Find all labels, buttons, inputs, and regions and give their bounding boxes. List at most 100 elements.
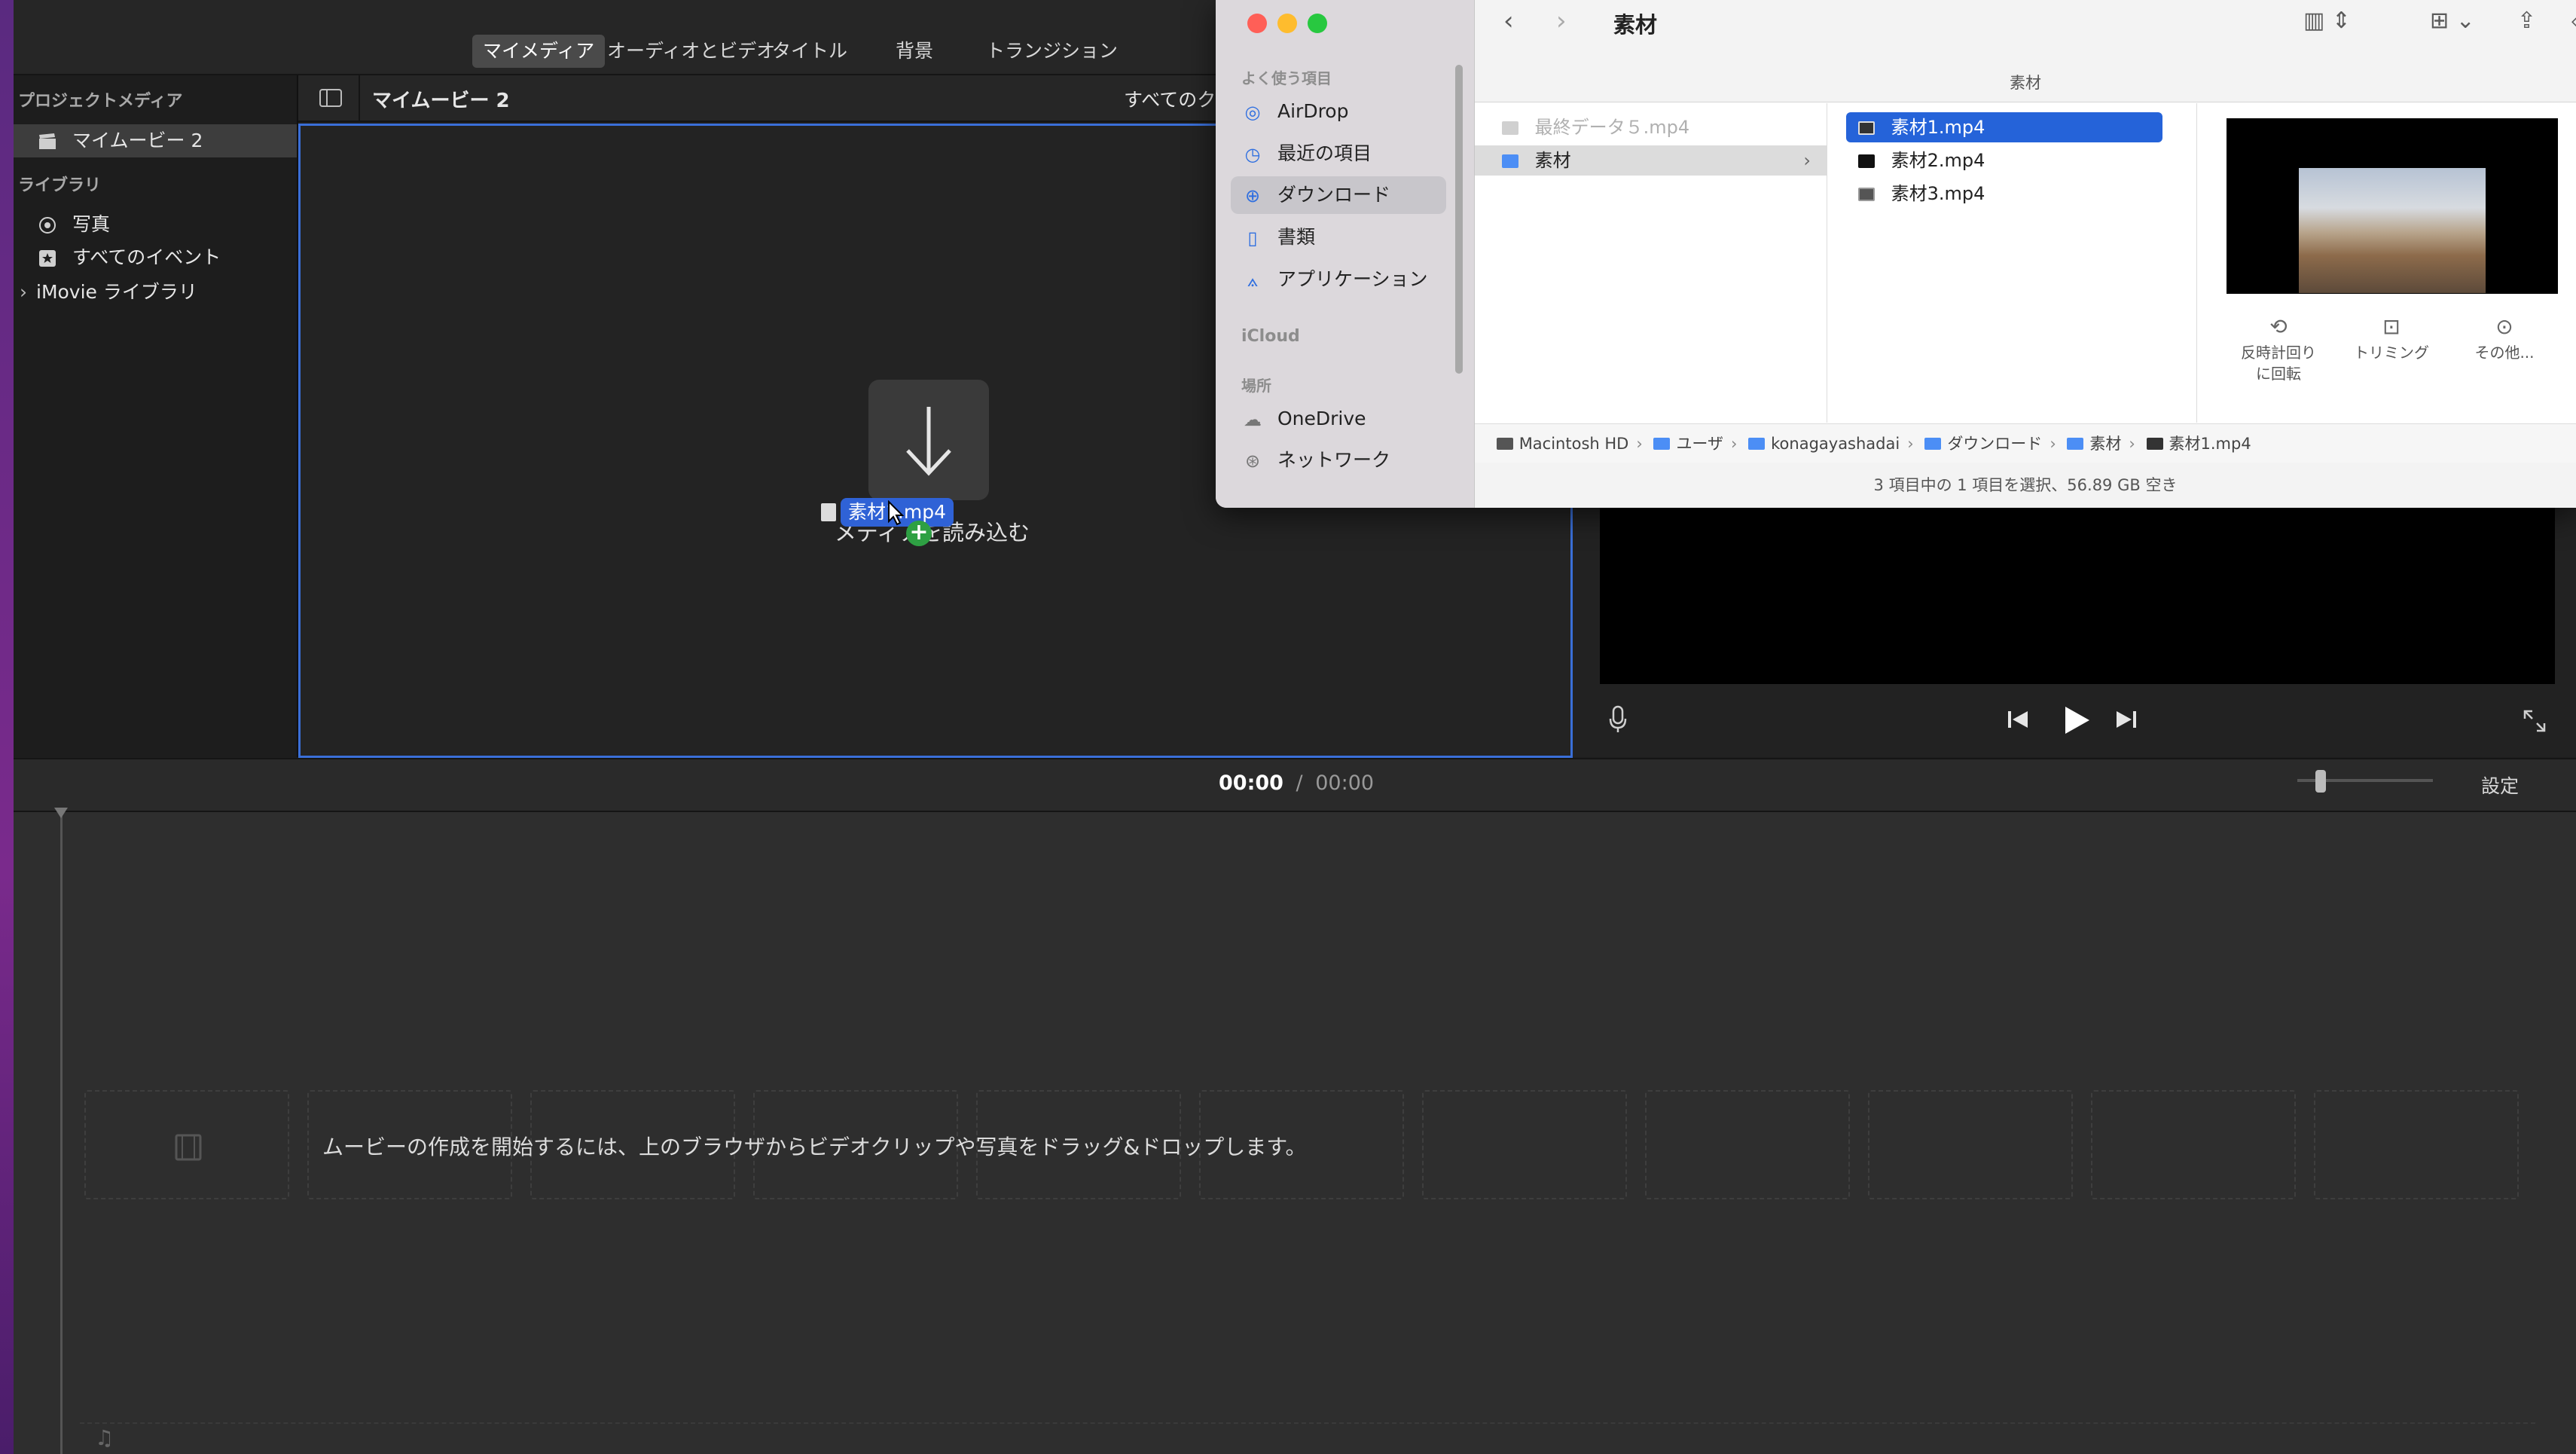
sidebar-scrollbar[interactable] (1455, 65, 1463, 374)
back-icon[interactable]: ‹ (1503, 6, 1514, 36)
fullscreen-icon[interactable] (2522, 708, 2547, 734)
zoom-window-button[interactable] (1308, 14, 1327, 33)
locations-heading: 場所 (1241, 377, 1271, 395)
path-item[interactable]: ダウンロード › (1924, 424, 2056, 463)
cloud-icon: ☁ (1244, 409, 1262, 430)
video-file-icon (2146, 438, 2163, 450)
playhead-marker-icon[interactable] (54, 808, 68, 818)
finder-sidebar-item-downloads[interactable]: ⊕ ダウンロード (1231, 176, 1446, 214)
icloud-heading[interactable]: iCloud (1241, 327, 1300, 346)
list-item[interactable]: 素材3.mp4 (1846, 179, 2162, 209)
finder-sidebar-item-recents[interactable]: ◷ 最近の項目 (1231, 135, 1446, 173)
finder-sidebar-item-network[interactable]: ⊛ ネットワーク (1231, 441, 1446, 479)
clip-slot (2091, 1090, 2296, 1199)
group-icon[interactable]: ⊞ ⌄ (2430, 6, 2475, 36)
tab-audio-video[interactable]: オーディオとビデオ (597, 35, 786, 68)
file-name: 素材3.mp4 (1891, 183, 1985, 204)
library-sidebar: プロジェクトメディア マイムービー 2 ライブラリ 写真 すべてのイベント › … (14, 75, 298, 757)
finder-sidebar-item-airdrop[interactable]: ◎ AirDrop (1231, 93, 1446, 130)
folder-icon (1748, 438, 1766, 450)
list-item[interactable]: 素材 › (1475, 145, 1827, 176)
finder-sidebar-item-documents[interactable]: ▯ 書類 (1231, 218, 1446, 256)
folder-name: 素材 (1534, 150, 1571, 171)
tab-transitions[interactable]: トランジション (975, 35, 1128, 68)
playhead[interactable] (60, 812, 63, 1454)
finder-sidebar: よく使う項目 ◎ AirDrop ◷ 最近の項目 ⊕ ダウンロード ▯ 書類 ⟑… (1216, 0, 1475, 508)
star-box-icon (38, 249, 57, 268)
timecode: 00:00 / 00:00 (1219, 771, 1374, 795)
sidebar-item-project[interactable]: マイムービー 2 (14, 124, 297, 157)
zoom-slider-thumb[interactable] (2315, 770, 2326, 793)
divider (359, 75, 360, 122)
trim-label: トリミング (2354, 344, 2429, 362)
clip-slot (84, 1090, 289, 1199)
sidebar-item-label: 写真 (72, 213, 111, 235)
microphone-icon[interactable] (1609, 705, 1627, 734)
import-drop-icon[interactable] (868, 380, 989, 500)
list-item[interactable]: 素材2.mp4 (1846, 145, 2162, 176)
sidebar-toggle-icon[interactable] (319, 88, 342, 108)
forward-icon[interactable]: › (1556, 6, 1567, 36)
clip-slot (2314, 1090, 2519, 1199)
music-track[interactable]: ♫ (80, 1422, 2535, 1452)
timeline-empty-hint: ムービーの作成を開始するには、上のブラウザからビデオクリップや写真をドラッグ&ド… (322, 1135, 1307, 1159)
settings-button[interactable]: 設定 (2481, 771, 2519, 799)
status-bar: 3 項目中の 1 項目を選択、56.89 GB 空き (1475, 463, 2576, 508)
more-label: その他... (2474, 344, 2535, 362)
path-item[interactable]: Macintosh HD › (1496, 424, 1643, 463)
sidebar-item-imovie-library[interactable]: › iMovie ライブラリ (14, 276, 297, 309)
folder-icon (1502, 154, 1518, 168)
finder-sidebar-item-applications[interactable]: ⟑ アプリケーション (1231, 261, 1446, 298)
rotate-left-button[interactable]: ⟲ 反時計回り に回転 (2230, 316, 2327, 384)
video-preview-thumbnail[interactable] (2227, 118, 2558, 294)
current-time: 00:00 (1219, 771, 1283, 795)
trim-button[interactable]: ⊡ トリミング (2343, 316, 2440, 363)
path-item[interactable]: 素材 › (2067, 424, 2135, 463)
more-button[interactable]: ⊙ その他... (2455, 316, 2553, 363)
copy-plus-icon: + (906, 521, 932, 546)
sidebar-item-label: OneDrive (1277, 408, 1366, 429)
tab-my-media[interactable]: マイメディア (472, 35, 606, 68)
finder-sidebar-item-onedrive[interactable]: ☁ OneDrive (1231, 400, 1446, 438)
close-window-button[interactable] (1247, 14, 1267, 33)
file-name: 素材1.mp4 (1891, 117, 1985, 138)
folder-icon (2067, 438, 2084, 450)
play-icon[interactable] (2061, 705, 2091, 735)
preview-photo (2299, 168, 2486, 293)
path-item[interactable]: 素材1.mp4 (2146, 424, 2251, 463)
tab-titles[interactable]: タイトル (762, 35, 858, 68)
apps-icon: ⟑ (1247, 270, 1259, 291)
file-name: 素材2.mp4 (1891, 150, 1985, 171)
disk-icon (1496, 438, 1513, 450)
share-icon[interactable]: ⇪ (2517, 6, 2536, 36)
video-file-icon (1858, 154, 1875, 168)
music-note-icon: ♫ (95, 1425, 114, 1450)
tab-backgrounds[interactable]: 背景 (885, 35, 944, 68)
chevron-right-icon: › (1803, 150, 1811, 171)
list-item[interactable]: 最終データ５.mp4 (1490, 112, 1821, 142)
library-heading: ライブラリ (18, 176, 102, 195)
airdrop-icon: ◎ (1244, 102, 1261, 123)
more-icon: ⊙ (2495, 314, 2513, 339)
chevron-right-icon[interactable]: › (20, 276, 27, 309)
sidebar-item-all-events[interactable]: すべてのイベント (14, 241, 297, 274)
tag-icon[interactable]: ◇ (2571, 6, 2576, 36)
total-time: 00:00 (1315, 771, 1375, 795)
sidebar-item-label: AirDrop (1277, 100, 1349, 122)
column-view-icon[interactable]: ▥ ⇕ (2303, 6, 2351, 36)
folder-icon (1924, 438, 1942, 450)
list-item[interactable]: 素材1.mp4 (1846, 112, 2162, 142)
document-icon: ▯ (1247, 228, 1258, 249)
sidebar-item-label: マイムービー 2 (72, 130, 203, 151)
path-item[interactable]: konagayashadai › (1748, 424, 1914, 463)
finder-title: 素材 (1613, 12, 1658, 38)
clip-slot (1868, 1090, 2073, 1199)
minimize-window-button[interactable] (1277, 14, 1297, 33)
trim-icon: ⊡ (2382, 314, 2401, 339)
sidebar-item-photos[interactable]: 写真 (14, 208, 297, 241)
path-item[interactable]: ユーザ › (1653, 424, 1737, 463)
finder-column-1: 最終データ５.mp4 素材 › (1475, 103, 1827, 423)
clock-icon: ◷ (1244, 144, 1261, 165)
skip-back-icon[interactable] (2007, 710, 2029, 729)
skip-forward-icon[interactable] (2115, 710, 2138, 729)
